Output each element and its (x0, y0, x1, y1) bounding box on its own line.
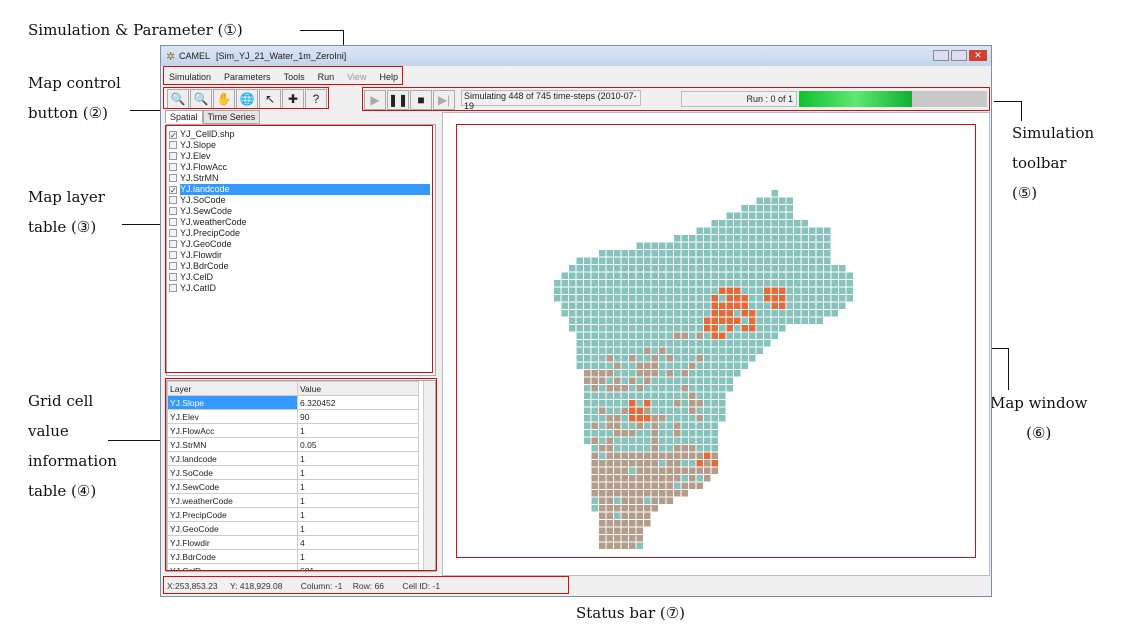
close-button[interactable]: ✕ (969, 50, 987, 61)
annotation-sim-param: Simulation & Parameter (①) (28, 21, 243, 39)
minimize-button[interactable] (933, 50, 949, 61)
annotation-status-bar: Status bar (⑦) (576, 604, 686, 622)
window-title: [Sim_YJ_21_Water_1m_ZeroIni] (216, 51, 347, 61)
annotation-map-window: Map window (⑥) (990, 394, 1088, 442)
app-name: CAMEL (179, 51, 211, 61)
annotation-map-control: Map control button (②) (28, 74, 121, 122)
title-bar: ✲ CAMEL [Sim_YJ_21_Water_1m_ZeroIni] ✕ (161, 46, 991, 66)
annotation-grid-table: Grid cell value information table (④) (28, 392, 117, 500)
annotation-layer-table: Map layer table (③) (28, 188, 105, 236)
tab-time-series[interactable]: Time Series (202, 110, 261, 124)
tab-bar: Spatial Time Series (165, 110, 261, 124)
annotation-sim-toolbar: Simulation toolbar (⑤) (1012, 124, 1095, 202)
maximize-button[interactable] (951, 50, 967, 61)
app-logo-icon: ✲ (166, 51, 176, 63)
tab-spatial[interactable]: Spatial (165, 110, 203, 123)
